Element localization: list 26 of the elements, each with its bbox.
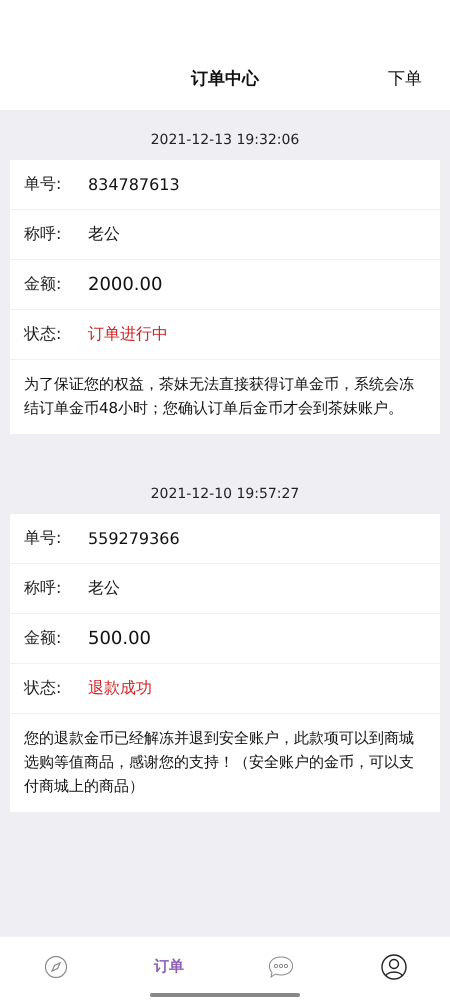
- order-time: 2021-12-10 19:57:27: [150, 485, 300, 504]
- page-title: 订单中心: [191, 68, 259, 90]
- place-order-button[interactable]: 下单: [388, 67, 422, 90]
- field-label: 状态:: [24, 678, 62, 699]
- field-label: 称呼:: [24, 578, 62, 599]
- field-label: 单号:: [24, 174, 62, 195]
- status-value: 退款成功: [88, 678, 152, 699]
- field-label: 称呼:: [24, 224, 62, 245]
- order-time: 2021-12-13 19:32:06: [150, 131, 300, 150]
- field-value: 老公: [88, 224, 120, 245]
- status-value: 订单进行中: [88, 324, 168, 345]
- amount-value: 500.00: [88, 628, 151, 649]
- field-label: 单号:: [24, 528, 62, 549]
- field-label: 金额:: [24, 274, 62, 295]
- order-note: 您的退款金币已经解冻并退到安全账户，此款项可以到商城选购等值商品，感谢您的支持！（安全账户的金币，可以支付商城上的商品）: [23, 728, 415, 797]
- order-note: 为了保证您的权益，茶妹无法直接获得订单金币，系统会冻结订单金币48小时；您确认订单后金币才会到茶妹账户。: [23, 374, 415, 419]
- field-label: 状态:: [24, 324, 62, 345]
- field-value: 834787613: [88, 175, 180, 194]
- field-label: 金额:: [24, 628, 62, 649]
- orders-tab[interactable]: 订单: [112, 953, 225, 980]
- chat-icon: [268, 954, 294, 978]
- profile-icon: [380, 954, 407, 980]
- field-value: 559279366: [88, 529, 180, 548]
- field-value: 老公: [88, 578, 120, 599]
- amount-value: 2000.00: [88, 274, 162, 295]
- compass-icon: [44, 954, 68, 978]
